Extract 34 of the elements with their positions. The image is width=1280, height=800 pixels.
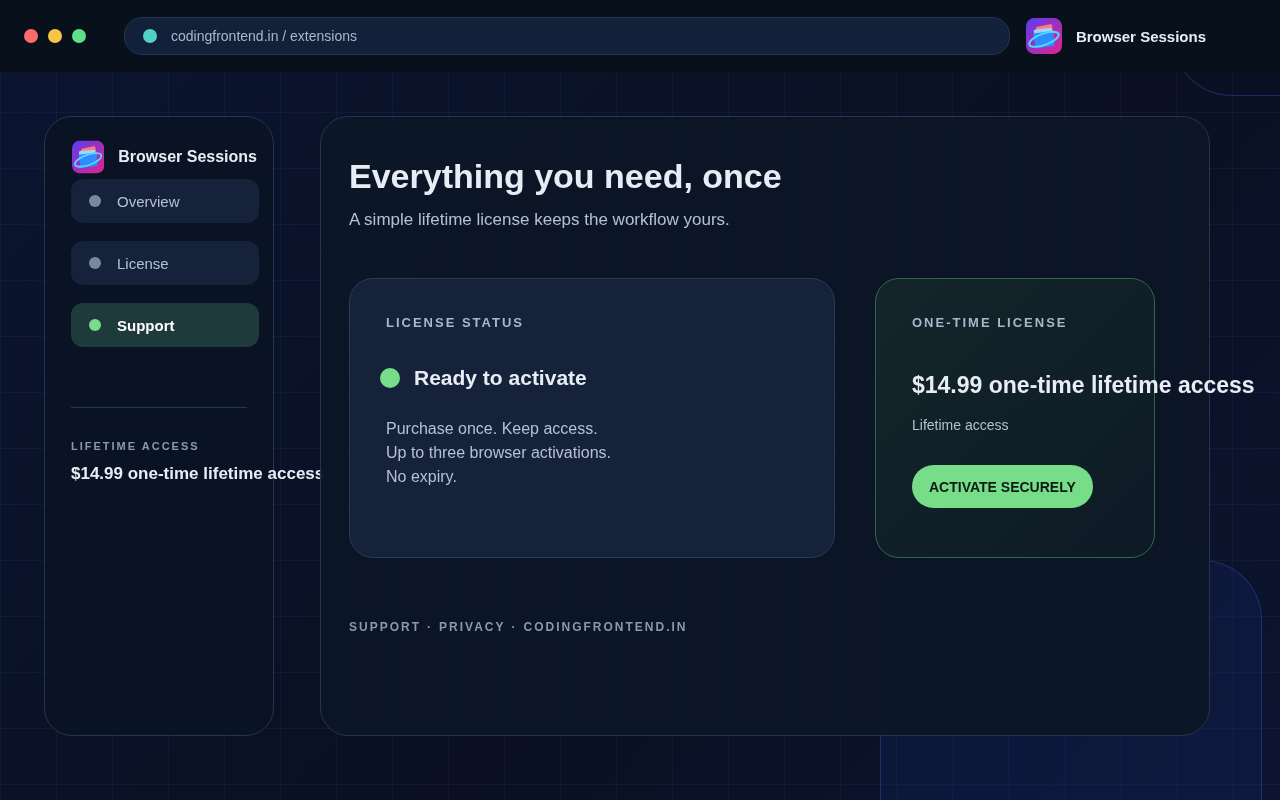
card-label: ONE-TIME LICENSE xyxy=(912,315,1069,330)
page-title: Everything you need, once xyxy=(349,157,783,196)
address-text: codingfrontend.in / extensions xyxy=(171,28,357,44)
status-text: Ready to activate xyxy=(414,366,587,390)
secure-dot-icon xyxy=(143,29,157,43)
sidebar-item[interactable]: Overview xyxy=(71,179,259,223)
footer-link[interactable]: SUPPORT xyxy=(349,620,421,634)
separator: · xyxy=(427,620,433,634)
window-control-icon[interactable] xyxy=(48,29,62,43)
window-control-icon[interactable] xyxy=(24,29,38,43)
page-subtitle: A simple lifetime license keeps the workflow yours. xyxy=(349,210,731,230)
dot-icon xyxy=(89,195,101,207)
feature-text: No expiry. xyxy=(386,468,458,486)
sidebar-item[interactable]: License xyxy=(71,241,259,285)
status-dot-icon xyxy=(380,368,400,388)
footer-link[interactable]: CODINGFRONTEND.IN xyxy=(523,620,688,634)
price-text: $14.99 one-time lifetime access xyxy=(71,464,325,484)
app-name: Browser Sessions xyxy=(1075,27,1206,45)
card-label: LICENSE STATUS xyxy=(386,315,526,330)
app-name: Browser Sessions xyxy=(118,148,257,166)
dot-icon xyxy=(89,257,101,269)
sidebar-item[interactable]: Support xyxy=(71,303,259,347)
section-label: LIFETIME ACCESS xyxy=(71,440,201,452)
feature-text: Purchase once. Keep access. xyxy=(386,420,599,438)
footer-link[interactable]: PRIVACY xyxy=(439,620,506,634)
address-bar[interactable]: codingfrontend.in / extensions xyxy=(124,17,1010,55)
app-icon xyxy=(1025,18,1062,54)
dot-icon xyxy=(89,319,101,331)
price-text: $14.99 one-time lifetime access xyxy=(912,372,1255,399)
price-note: Lifetime access xyxy=(912,417,1010,433)
window-control-icon[interactable] xyxy=(72,29,86,43)
separator: · xyxy=(511,620,518,634)
activate-button[interactable]: ACTIVATE SECURELY xyxy=(912,465,1093,508)
feature-text: Up to three browser activations. xyxy=(386,444,612,462)
